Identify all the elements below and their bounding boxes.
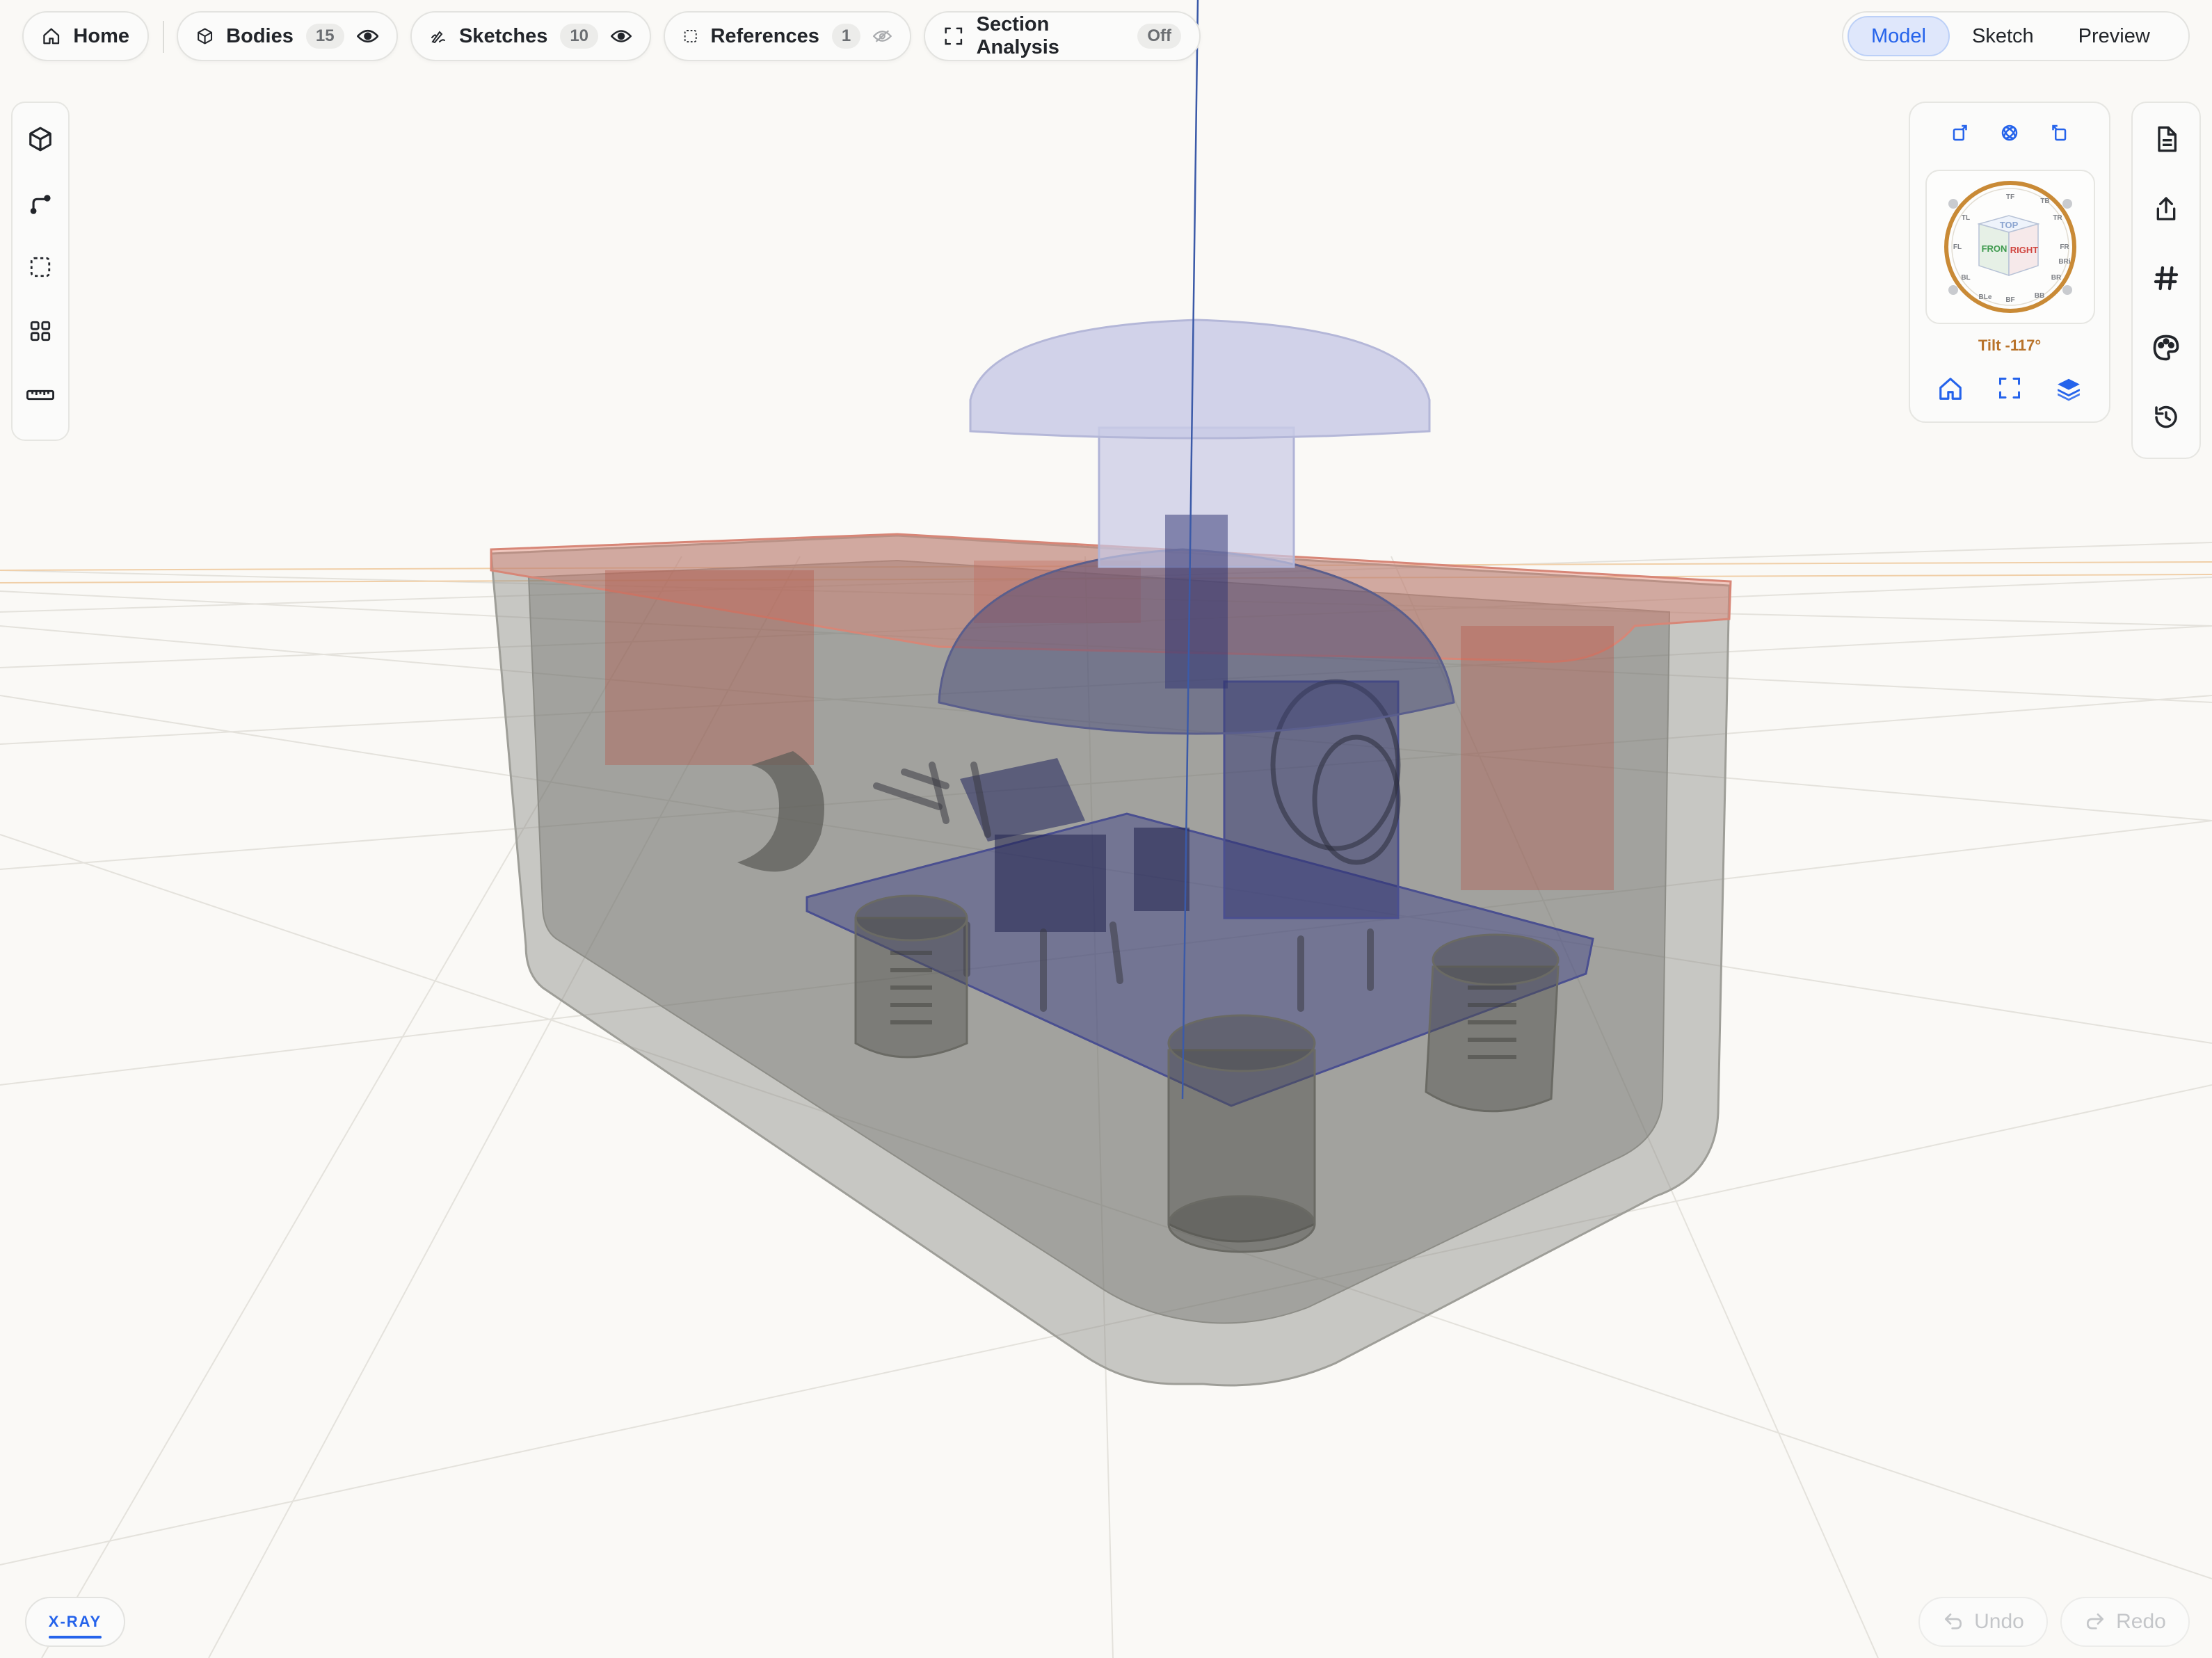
ring-label-tb[interactable]: TB xyxy=(2040,198,2049,205)
mode-model[interactable]: Model xyxy=(1848,16,1950,56)
cube-icon xyxy=(198,28,213,45)
cube-label-top: TOP xyxy=(2000,220,2019,230)
home-label: Home xyxy=(73,24,129,47)
measure-tool-button[interactable] xyxy=(24,380,57,410)
corners-icon xyxy=(945,27,963,45)
ruler-icon xyxy=(26,389,54,401)
ring-label-br[interactable]: BR xyxy=(2051,274,2062,282)
sketches-button[interactable]: Sketches 10 xyxy=(410,11,651,61)
home-button[interactable]: Home xyxy=(22,11,149,61)
rotate-right-icon[interactable] xyxy=(2048,122,2069,143)
sketches-count: 10 xyxy=(560,24,599,49)
ring-label-tl[interactable]: TL xyxy=(1962,214,1970,222)
undo-label: Undo xyxy=(1974,1610,2024,1633)
sketch-path-icon xyxy=(30,195,51,214)
ring-label-bb[interactable]: BB xyxy=(2035,292,2044,300)
tilt-readout: Tilt -117° xyxy=(1978,337,2042,354)
mode-sketch[interactable]: Sketch xyxy=(1950,16,2056,56)
bodies-label: Bodies xyxy=(226,24,294,47)
orbit-icon[interactable] xyxy=(1999,122,2020,143)
view-rotation-controls xyxy=(1910,122,2109,143)
parameters-button[interactable] xyxy=(2147,259,2186,298)
undo-icon xyxy=(1945,1613,1962,1629)
selection-tool-button[interactable] xyxy=(24,252,57,282)
toolbar-divider xyxy=(163,21,164,53)
cube-icon xyxy=(29,127,51,152)
redo-label: Redo xyxy=(2116,1610,2166,1633)
redo-button[interactable]: Redo xyxy=(2060,1597,2190,1647)
document-icon xyxy=(2158,126,2177,152)
sketch-pen-icon xyxy=(431,31,445,44)
references-button[interactable]: References 1 xyxy=(664,11,911,61)
eye-off-icon[interactable] xyxy=(873,25,892,47)
ring-label-tr[interactable]: TR xyxy=(2053,214,2062,222)
share-icon xyxy=(2156,197,2176,220)
section-analysis-button[interactable]: Section Analysis Off xyxy=(924,11,1201,61)
ring-label-bf[interactable]: BF xyxy=(2005,296,2014,304)
redo-icon xyxy=(2087,1613,2104,1629)
ring-label-ble[interactable]: BLe xyxy=(1979,293,1992,301)
palette-icon xyxy=(2153,335,2179,361)
pattern-tool-button[interactable] xyxy=(24,316,57,346)
cube-label-front: FRON xyxy=(1982,243,2007,254)
document-button[interactable] xyxy=(2147,120,2186,159)
dashed-square-icon xyxy=(684,30,697,42)
grid-icon xyxy=(30,321,51,341)
ring-label-tf[interactable]: TF xyxy=(2006,193,2014,201)
appearance-button[interactable] xyxy=(2147,328,2186,367)
cube-label-right: RIGHT xyxy=(2010,245,2039,255)
section-analysis-label: Section Analysis xyxy=(976,13,1059,58)
ring-label-bl[interactable]: BL xyxy=(1961,274,1970,282)
ring-label-fl[interactable]: FL xyxy=(1953,243,1962,251)
right-tool-rail xyxy=(2131,102,2201,459)
hash-icon xyxy=(2154,266,2179,291)
eye-icon[interactable] xyxy=(356,25,378,47)
left-tool-rail xyxy=(11,102,70,441)
home-icon xyxy=(43,28,60,45)
sketch-path-tool-button[interactable] xyxy=(24,188,57,218)
view-cube-panel: TOP FRON RIGHT TF TB TR FR BRi BR BB BF … xyxy=(1909,102,2110,423)
view-shortcuts xyxy=(1910,376,2109,402)
selection-box-icon xyxy=(30,257,51,277)
mode-switcher: Model Sketch Preview xyxy=(1842,11,2190,61)
references-label: References xyxy=(710,24,819,47)
model-viewport[interactable] xyxy=(0,0,2212,1658)
undo-button[interactable]: Undo xyxy=(1918,1597,2048,1647)
view-cube-graphic[interactable]: TOP FRON RIGHT TF TB TR FR BRi BR BB BF … xyxy=(1927,171,2094,323)
section-analysis-state: Off xyxy=(1137,24,1181,49)
references-count: 1 xyxy=(831,24,861,49)
eye-icon[interactable] xyxy=(611,25,632,47)
mode-preview[interactable]: Preview xyxy=(2056,16,2172,56)
layers-icon[interactable] xyxy=(2055,376,2082,402)
bodies-button[interactable]: Bodies 15 xyxy=(177,11,398,61)
ring-label-bri[interactable]: BRi xyxy=(2058,258,2070,266)
view-cube[interactable]: TOP FRON RIGHT TF TB TR FR BRi BR BB BF … xyxy=(1925,170,2095,324)
rotate-left-icon[interactable] xyxy=(1950,122,1971,143)
bodies-count: 15 xyxy=(305,24,344,49)
history-icon xyxy=(2155,405,2177,428)
sketches-label: Sketches xyxy=(458,24,548,47)
home-view-icon[interactable] xyxy=(1937,376,1964,402)
fit-view-icon[interactable] xyxy=(1997,376,2022,401)
push-button[interactable] xyxy=(938,319,1455,735)
xray-toggle[interactable]: X-RAY xyxy=(25,1597,125,1647)
ring-label-fr[interactable]: FR xyxy=(2060,243,2069,251)
cube-tool-button[interactable] xyxy=(24,124,57,154)
history-button[interactable] xyxy=(2147,398,2186,437)
share-button[interactable] xyxy=(2147,189,2186,228)
